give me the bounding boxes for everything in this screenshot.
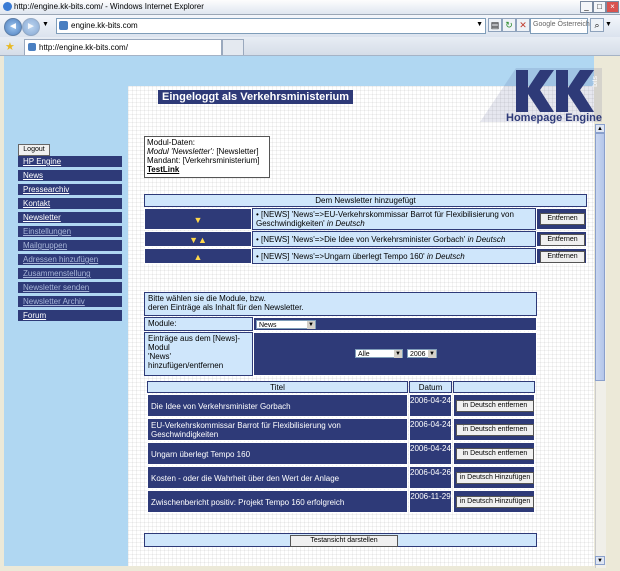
search-icon[interactable]: ⌕ bbox=[590, 18, 604, 32]
sidebar-item-newsletter-archiv[interactable]: Newsletter Archiv bbox=[18, 296, 122, 308]
mandant-value: [Verkehrsministerium] bbox=[182, 156, 260, 165]
sidebar-item-pressearchiv[interactable]: Pressearchiv bbox=[18, 184, 122, 196]
module-heading: Modul-Daten: bbox=[147, 138, 196, 147]
close-icon[interactable]: × bbox=[606, 1, 619, 13]
ie-icon bbox=[3, 2, 12, 11]
table-row-title-4: Kosten - oder die Wahrheit über den Wert… bbox=[147, 466, 408, 489]
table-row-date-3: 2006-04-24 bbox=[409, 442, 452, 465]
added-header: Dem Newsletter hinzugefügt bbox=[144, 194, 587, 207]
added-item-3: • [NEWS] 'News'=>Ungarn überlegt Tempo 1… bbox=[252, 248, 536, 264]
history-dropdown-icon[interactable]: ▼ bbox=[42, 21, 49, 28]
page-title: Eingeloggt als Verkehrsministerium bbox=[158, 90, 354, 104]
filter-select[interactable]: Alle ▼ bbox=[355, 349, 403, 358]
toggle-button-5[interactable]: in Deutsch Hinzufügen bbox=[456, 496, 534, 508]
reorder-arrows-1[interactable]: ▼ bbox=[144, 208, 252, 230]
maximize-icon[interactable]: □ bbox=[593, 1, 606, 13]
search-placeholder: Google Österreich bbox=[533, 21, 590, 28]
table-row-date-2: 2006-04-24 bbox=[409, 418, 452, 441]
table-row-title-5: Zwischenbericht positiv: Projekt Tempo 1… bbox=[147, 490, 408, 513]
modul-label: Modul 'Newsletter': bbox=[147, 147, 215, 156]
modul-value: [Newsletter] bbox=[216, 147, 259, 156]
address-text: engine.kk-bits.com bbox=[71, 21, 138, 30]
logo-sub: bits bbox=[592, 76, 599, 87]
table-row-title-2: EU-Verkehrskommissar Barrot für Flexibil… bbox=[147, 418, 408, 441]
testlink[interactable]: TestLink bbox=[147, 165, 267, 174]
chevron-down-icon: ▼ bbox=[394, 350, 402, 358]
sidebar-item-hp-engine[interactable]: HP Engine bbox=[18, 156, 122, 168]
remove-button-2[interactable]: Entfernen bbox=[540, 234, 585, 246]
module-label: Module: bbox=[144, 317, 253, 331]
col-action-header bbox=[453, 381, 535, 393]
scroll-down-icon[interactable]: ▼ bbox=[595, 556, 605, 565]
year-select[interactable]: 2006 ▼ bbox=[407, 349, 437, 358]
added-item-1: • [NEWS] 'News'=>EU-Verkehrskommissar Ba… bbox=[252, 208, 536, 230]
sidebar-item-adressen[interactable]: Adressen hinzufügen bbox=[18, 254, 122, 266]
minimize-icon[interactable]: _ bbox=[580, 1, 593, 13]
tab-label: http://engine.kk-bits.com/ bbox=[39, 43, 128, 52]
address-bar[interactable]: engine.kk-bits.com ▼ bbox=[56, 18, 486, 34]
module-select[interactable]: News ▼ bbox=[256, 320, 316, 329]
window-title: http://engine.kk-bits.com/ - Windows Int… bbox=[14, 2, 204, 11]
sidebar-item-zusammenstellung[interactable]: Zusammenstellung bbox=[18, 268, 122, 280]
arrow-down-icon[interactable]: ▼ bbox=[194, 215, 203, 225]
toggle-button-2[interactable]: in Deutsch entfernen bbox=[456, 424, 534, 436]
logo-text: Homepage Engine bbox=[506, 112, 602, 124]
remove-button-1[interactable]: Entfernen bbox=[540, 213, 585, 225]
module-info-box: Modul-Daten: Modul 'Newsletter': [Newsle… bbox=[144, 136, 270, 178]
chevron-down-icon: ▼ bbox=[307, 321, 315, 329]
table-row-date-4: 2006-04-26 bbox=[409, 466, 452, 489]
reorder-arrows-2[interactable]: ▼▲ bbox=[144, 231, 252, 247]
col-title-header: Titel bbox=[147, 381, 408, 393]
window-titlebar: http://engine.kk-bits.com/ - Windows Int… bbox=[0, 0, 620, 15]
preview-button[interactable]: Testansicht darstellen bbox=[290, 535, 398, 547]
sidebar-item-kontakt[interactable]: Kontakt bbox=[18, 198, 122, 210]
logout-button[interactable]: Logout bbox=[18, 144, 50, 156]
table-row-date-1: 2006-04-24 bbox=[409, 394, 452, 417]
favorites-star-icon[interactable]: ★ bbox=[5, 40, 15, 53]
scroll-thumb[interactable] bbox=[595, 133, 605, 381]
sidebar-item-forum[interactable]: Forum bbox=[18, 310, 122, 322]
remove-button-3[interactable]: Entfernen bbox=[540, 251, 585, 263]
page-icon bbox=[59, 21, 68, 30]
toggle-button-1[interactable]: in Deutsch entfernen bbox=[456, 400, 534, 412]
arrow-down-up-icon[interactable]: ▼▲ bbox=[189, 235, 207, 245]
col-date-header: Datum bbox=[409, 381, 452, 393]
sidebar-item-einstellungen[interactable]: Einstellungen bbox=[18, 226, 122, 238]
table-row-title-3: Ungarn überlegt Tempo 160 bbox=[147, 442, 408, 465]
sidebar-item-mailgruppen[interactable]: Mailgruppen bbox=[18, 240, 122, 252]
chooser-intro: Bitte wählen sie die Module, bzw. deren … bbox=[144, 292, 537, 316]
address-dropdown-icon[interactable]: ▼ bbox=[476, 21, 483, 28]
entries-label: Einträge aus dem [News]- Modul 'News' hi… bbox=[144, 332, 253, 376]
toggle-button-4[interactable]: in Deutsch Hinzufügen bbox=[456, 472, 534, 484]
reorder-arrows-3[interactable]: ▲ bbox=[144, 248, 252, 264]
scroll-up-icon[interactable]: ▲ bbox=[595, 124, 605, 133]
mandant-label: Mandant: bbox=[147, 156, 181, 165]
table-row-title-1: Die Idee von Verkehrsminister Gorbach bbox=[147, 394, 408, 417]
search-options-icon[interactable]: ▼ bbox=[605, 21, 612, 28]
tab-active[interactable]: http://engine.kk-bits.com/ bbox=[24, 39, 222, 55]
logo: bits Homepage Engine bbox=[470, 66, 606, 124]
search-input[interactable]: Google Österreich bbox=[530, 18, 590, 34]
sidebar-item-newsletter[interactable]: Newsletter bbox=[18, 212, 122, 224]
sidebar-item-news[interactable]: News bbox=[18, 170, 122, 182]
added-item-2: • [NEWS] 'News'=>Die Idee von Verkehrsmi… bbox=[252, 231, 536, 247]
new-tab-button[interactable] bbox=[222, 39, 244, 55]
stop-icon[interactable]: ✕ bbox=[516, 18, 530, 32]
sidebar-item-newsletter-senden[interactable]: Newsletter senden bbox=[18, 282, 122, 294]
table-row-date-5: 2006-11-29 bbox=[409, 490, 452, 513]
chevron-down-icon: ▼ bbox=[428, 350, 436, 358]
back-icon[interactable]: ◄ bbox=[4, 18, 22, 36]
forward-icon[interactable]: ► bbox=[22, 18, 40, 36]
compat-icon[interactable]: ▤ bbox=[488, 18, 502, 32]
refresh-icon[interactable]: ↻ bbox=[502, 18, 516, 32]
arrow-up-icon[interactable]: ▲ bbox=[194, 252, 203, 262]
toggle-button-3[interactable]: in Deutsch entfernen bbox=[456, 448, 534, 460]
tab-page-icon bbox=[28, 43, 36, 51]
